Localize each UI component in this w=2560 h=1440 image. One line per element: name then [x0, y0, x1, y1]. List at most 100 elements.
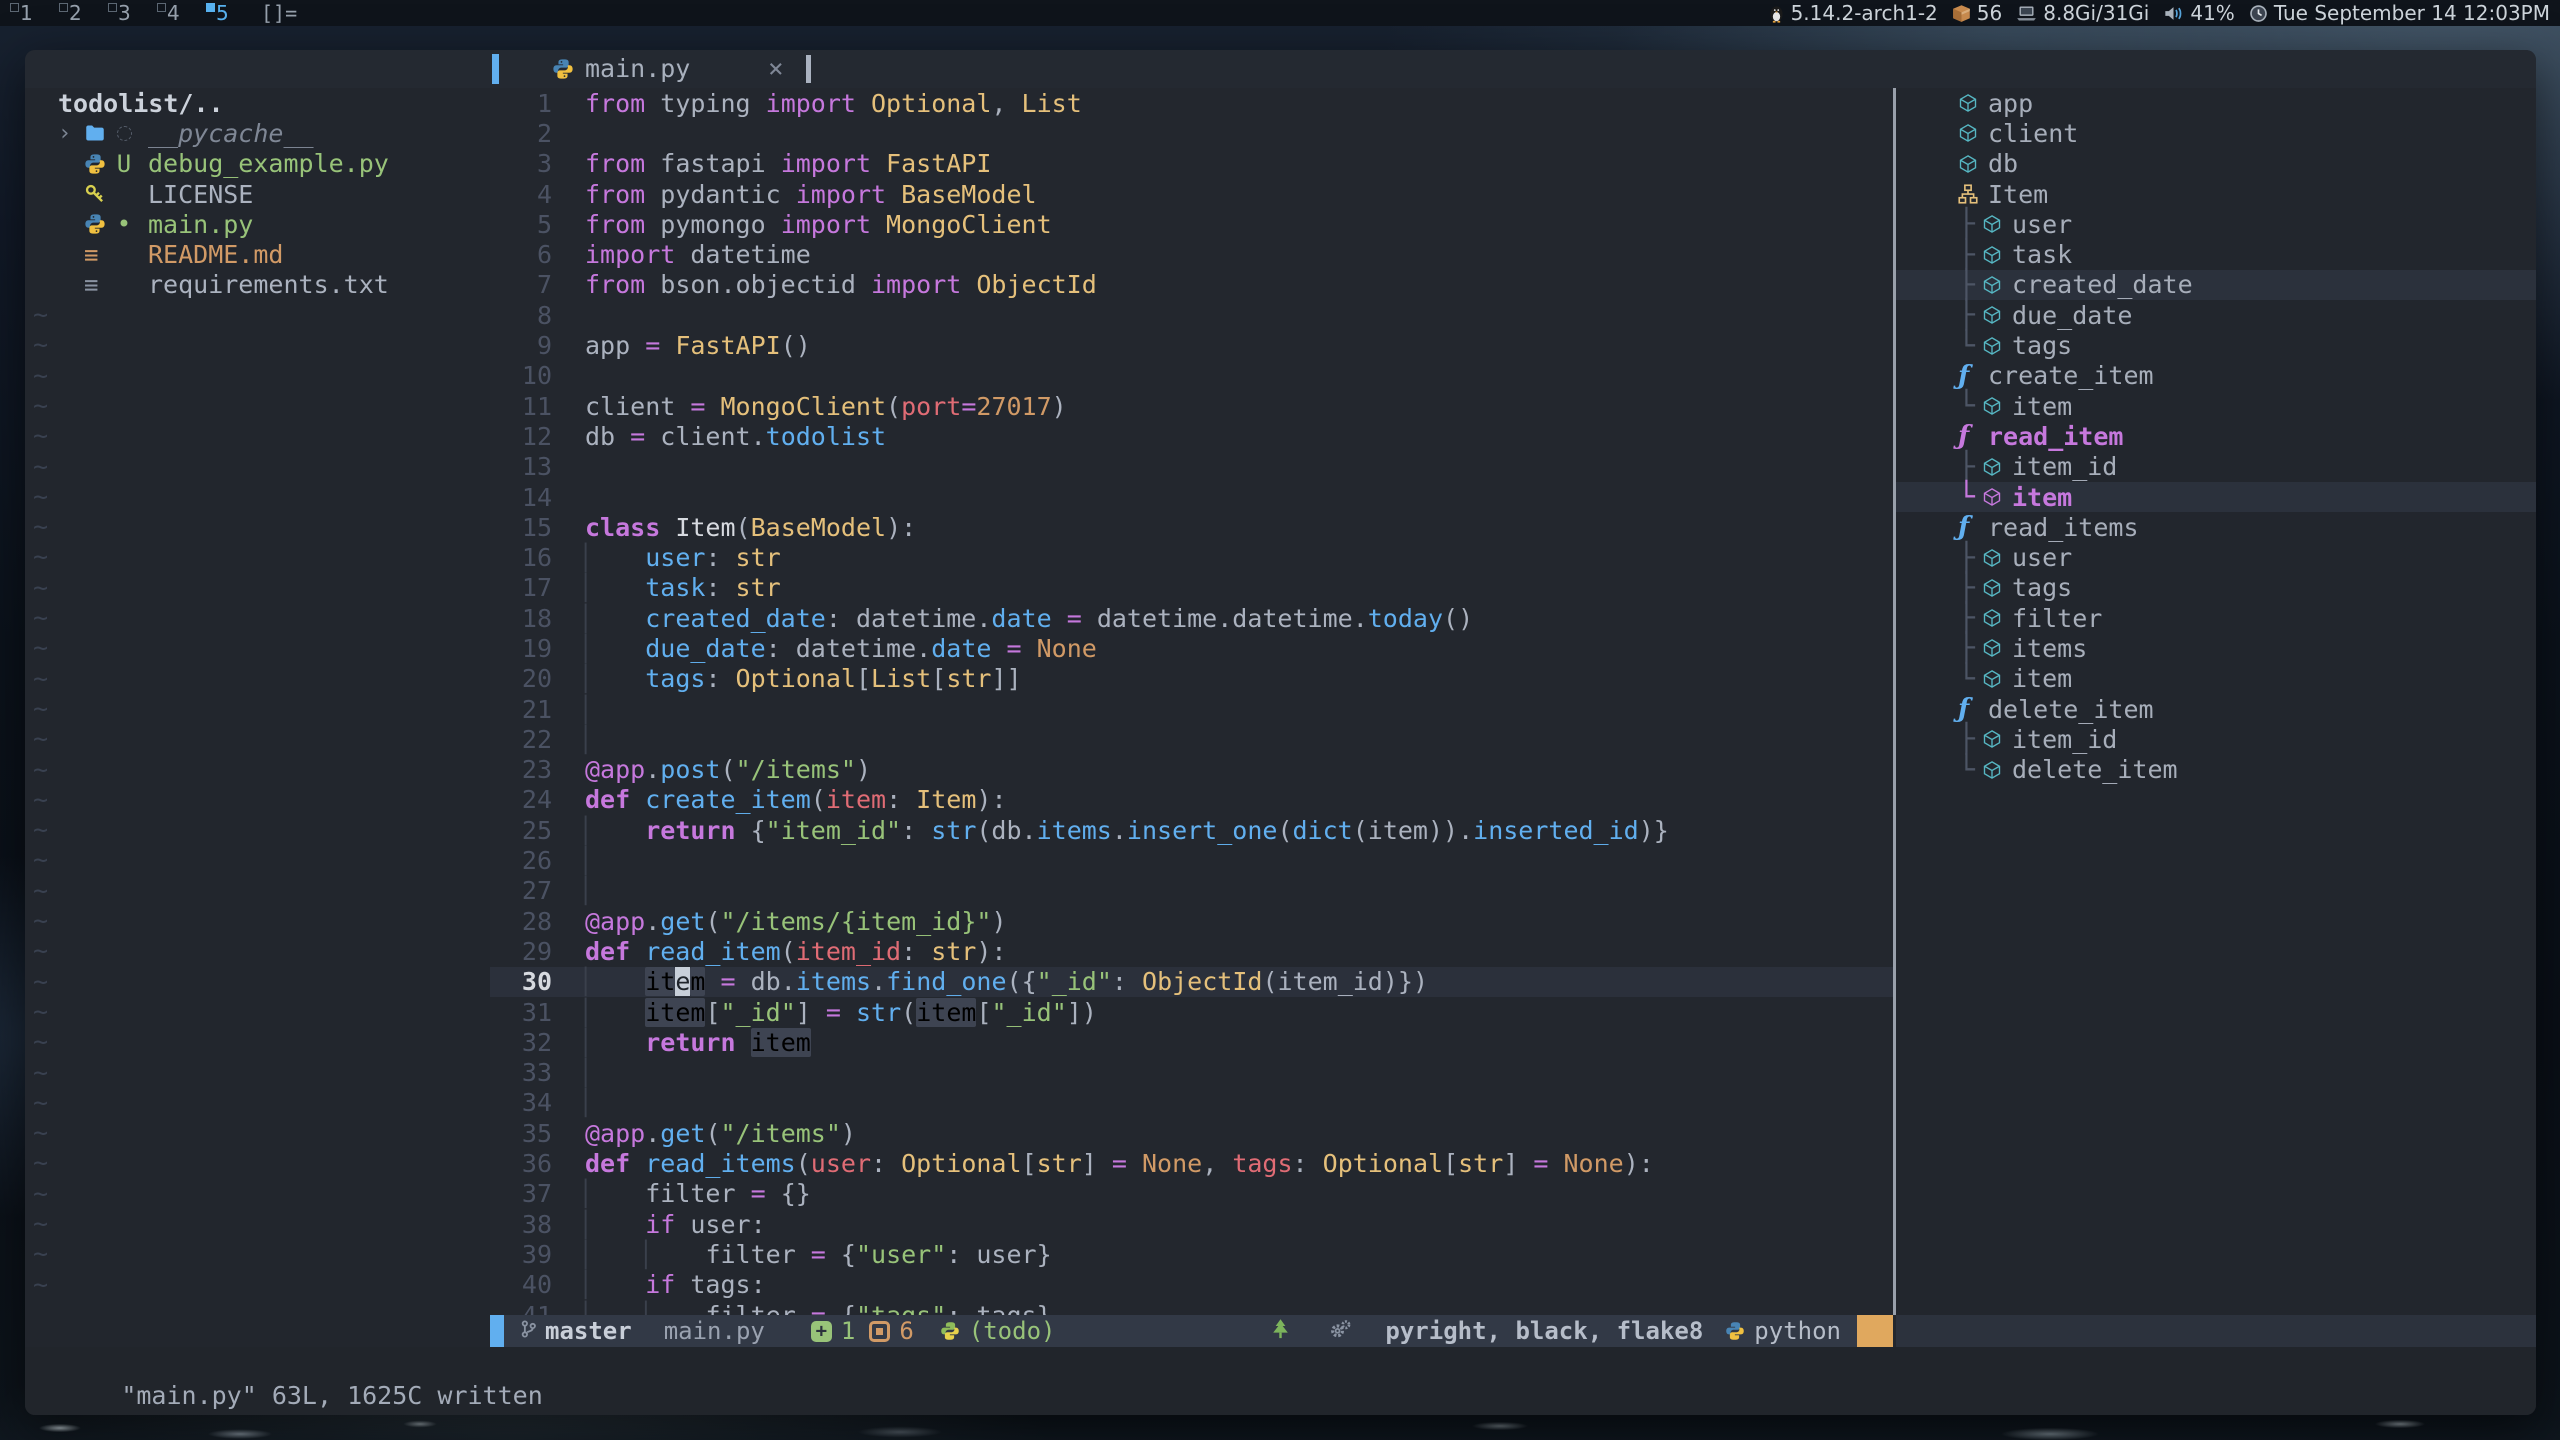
- outline-item-read_item[interactable]: ƒread_item: [1896, 421, 2536, 451]
- code-line[interactable]: 14: [490, 482, 1893, 512]
- outline-item-item[interactable]: └item: [1896, 391, 2536, 421]
- outline-item-read_items[interactable]: ƒread_items: [1896, 512, 2536, 542]
- code-line[interactable]: 9app = FastAPI(): [490, 330, 1893, 360]
- tab-main-py[interactable]: main.py ×: [525, 50, 845, 88]
- code-line[interactable]: 34▏: [490, 1088, 1893, 1118]
- code-line[interactable]: 10: [490, 361, 1893, 391]
- workspace-button-3[interactable]: 3: [98, 0, 147, 26]
- tilde-marker: ~: [25, 997, 490, 1027]
- outline-item-create_item[interactable]: ƒcreate_item: [1896, 361, 2536, 391]
- code-line[interactable]: 41▏ ▏ filter = {"tags": tags}: [490, 1300, 1893, 1315]
- file-name: debug_example.py: [148, 149, 389, 178]
- git-branch-icon: [520, 1317, 537, 1345]
- code-line[interactable]: 25▏ return {"item_id": str(db.items.inse…: [490, 815, 1893, 845]
- code-line[interactable]: 8: [490, 300, 1893, 330]
- outline-item-app[interactable]: app: [1896, 88, 2536, 118]
- code-line[interactable]: 39▏ ▏ filter = {"user": user}: [490, 1239, 1893, 1269]
- outline-item-item_id[interactable]: ├item_id: [1896, 724, 2536, 754]
- variable-icon: [1982, 214, 2002, 234]
- code-line[interactable]: 16▏ user: str: [490, 542, 1893, 572]
- workspace-button-1[interactable]: 1: [0, 0, 49, 26]
- code-line[interactable]: 22▏: [490, 724, 1893, 754]
- code-line[interactable]: 35@app.get("/items"): [490, 1118, 1893, 1148]
- file-item-main.py[interactable]: •main.py: [25, 209, 490, 239]
- clock-status: Tue September 14 12:03PM: [2249, 1, 2550, 25]
- code-line[interactable]: 24def create_item(item: Item):: [490, 785, 1893, 815]
- outline-item-item_id[interactable]: ├item_id: [1896, 452, 2536, 482]
- tilde-marker: ~: [25, 876, 490, 906]
- outline-item-delete_item[interactable]: ƒdelete_item: [1896, 694, 2536, 724]
- tilde-marker: ~: [25, 755, 490, 785]
- laptop-icon: [2016, 5, 2037, 22]
- file-item-README.md[interactable]: ≡README.md: [25, 239, 490, 269]
- code-line[interactable]: 11client = MongoClient(port=27017): [490, 391, 1893, 421]
- text-cursor: e: [675, 967, 690, 996]
- outline-item-tags[interactable]: └tags: [1896, 330, 2536, 360]
- code-line[interactable]: 29def read_item(item_id: str):: [490, 936, 1893, 966]
- active-tab-indicator: [492, 54, 499, 84]
- code-line[interactable]: 15class Item(BaseModel):: [490, 512, 1893, 542]
- command-line[interactable]: "main.py" 63L, 1625C written: [25, 1347, 2536, 1415]
- outline-item-tags[interactable]: ├tags: [1896, 573, 2536, 603]
- code-line[interactable]: 4from pydantic import BaseModel: [490, 179, 1893, 209]
- line-number: 35: [490, 1119, 562, 1148]
- outline-item-Item[interactable]: Item: [1896, 179, 2536, 209]
- outline-item-created_date[interactable]: ├created_date: [1896, 270, 2536, 300]
- outline-item-task[interactable]: ├task: [1896, 239, 2536, 269]
- line-number: 28: [490, 907, 562, 936]
- code-line[interactable]: 32▏ return item: [490, 1027, 1893, 1057]
- tab-label[interactable]: main.py: [585, 54, 690, 83]
- file-item-debug_example.py[interactable]: Udebug_example.py: [25, 149, 490, 179]
- code-line[interactable]: 27▏: [490, 876, 1893, 906]
- tab-close-icon[interactable]: ×: [768, 54, 784, 84]
- code-line[interactable]: 33▏: [490, 1058, 1893, 1088]
- file-item-requirements.txt[interactable]: ≡requirements.txt: [25, 270, 490, 300]
- code-line[interactable]: 7from bson.objectid import ObjectId: [490, 270, 1893, 300]
- outline-item-user[interactable]: ├user: [1896, 542, 2536, 572]
- code-line-cursor[interactable]: 30▏ item = db.items.find_one({"_id": Obj…: [490, 967, 1893, 997]
- outline-statusline: [1896, 1315, 2536, 1347]
- code-line[interactable]: 19▏ due_date: datetime.date = None: [490, 633, 1893, 663]
- code-line[interactable]: 26▏: [490, 845, 1893, 875]
- tilde-marker: ~: [25, 906, 490, 936]
- line-number: 8: [490, 301, 562, 330]
- code-line[interactable]: 6import datetime: [490, 239, 1893, 269]
- code-line[interactable]: 23@app.post("/items"): [490, 755, 1893, 785]
- code-line[interactable]: 40▏ if tags:: [490, 1270, 1893, 1300]
- code-line[interactable]: 18▏ created_date: datetime.date = dateti…: [490, 603, 1893, 633]
- tree-root[interactable]: todolist/..: [25, 88, 490, 118]
- workspace-button-4[interactable]: 4: [147, 0, 196, 26]
- file-item-__pycache__[interactable]: ›__pycache__: [25, 118, 490, 148]
- outline-item-items[interactable]: ├items: [1896, 633, 2536, 663]
- outline-item-db[interactable]: db: [1896, 149, 2536, 179]
- code-line[interactable]: 21▏: [490, 694, 1893, 724]
- outline-item-delete_item[interactable]: └delete_item: [1896, 755, 2536, 785]
- outline-item-item[interactable]: └item: [1896, 664, 2536, 694]
- workspace-button-5[interactable]: 5: [196, 0, 245, 26]
- code-line[interactable]: 28@app.get("/items/{item_id}"): [490, 906, 1893, 936]
- code-text: ▏ filter = {}: [585, 1179, 811, 1208]
- code-editor[interactable]: 1from typing import Optional, List23from…: [490, 88, 1893, 1315]
- outline-item-filter[interactable]: ├filter: [1896, 603, 2536, 633]
- code-line[interactable]: 1from typing import Optional, List: [490, 88, 1893, 118]
- file-item-LICENSE[interactable]: LICENSE: [25, 179, 490, 209]
- code-line[interactable]: 38▏ if user:: [490, 1209, 1893, 1239]
- code-line[interactable]: 5from pymongo import MongoClient: [490, 209, 1893, 239]
- outline-item-due_date[interactable]: ├due_date: [1896, 300, 2536, 330]
- code-line[interactable]: 37▏ filter = {}: [490, 1179, 1893, 1209]
- code-line[interactable]: 17▏ task: str: [490, 573, 1893, 603]
- line-number: 20: [490, 664, 562, 693]
- code-line[interactable]: 36def read_items(user: Optional[str] = N…: [490, 1148, 1893, 1178]
- outline-item-client[interactable]: client: [1896, 118, 2536, 148]
- code-line[interactable]: 20▏ tags: Optional[List[str]]: [490, 664, 1893, 694]
- workspace-button-2[interactable]: 2: [49, 0, 98, 26]
- code-line[interactable]: 3from fastapi import FastAPI: [490, 149, 1893, 179]
- code-line[interactable]: 12db = client.todolist: [490, 421, 1893, 451]
- git-status-indicator: U: [110, 150, 138, 178]
- outline-item-user[interactable]: ├user: [1896, 209, 2536, 239]
- code-line[interactable]: 13: [490, 452, 1893, 482]
- code-line[interactable]: 31▏ item["_id"] = str(item["_id"]): [490, 997, 1893, 1027]
- line-number: 14: [490, 483, 562, 512]
- outline-item-item[interactable]: └item: [1896, 482, 2536, 512]
- code-line[interactable]: 2: [490, 118, 1893, 148]
